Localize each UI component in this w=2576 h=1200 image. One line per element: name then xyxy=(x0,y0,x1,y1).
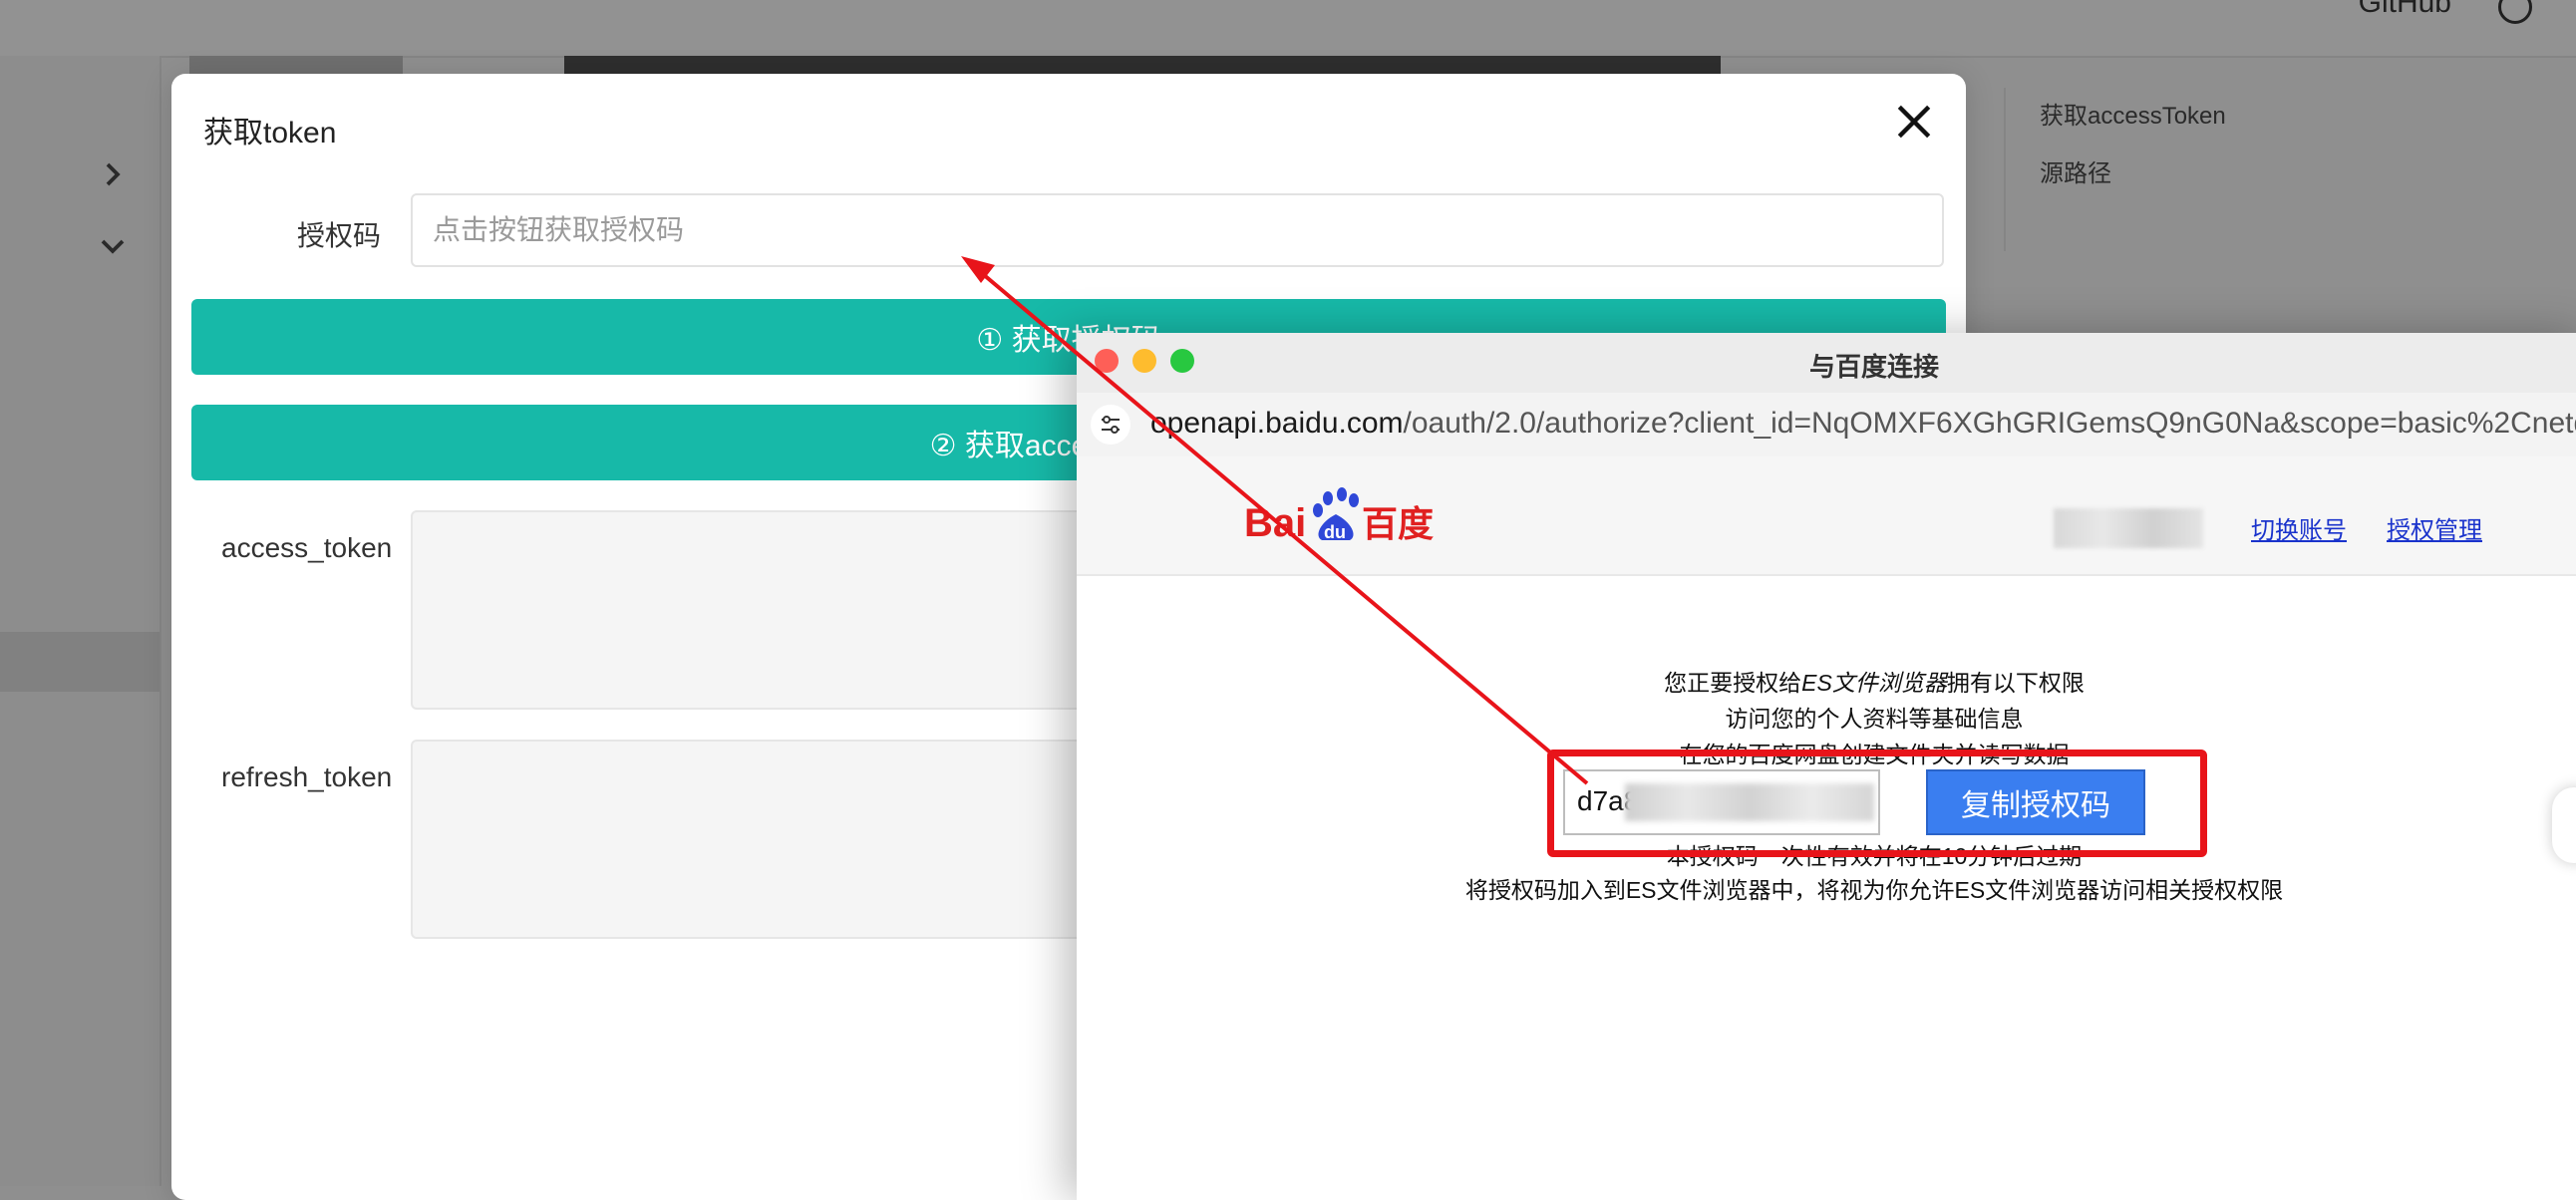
auth-info-line5: 将授权码加入到ES文件浏览器中，将视为你允许ES文件浏览器访问相关授权权限 xyxy=(1464,877,2284,903)
app-name: ES文件浏览器 xyxy=(1801,670,1947,696)
chevron-right-icon[interactable] xyxy=(98,159,128,189)
auth-info-prefix: 您正要授权给 xyxy=(1664,670,1802,696)
auth-code-input[interactable] xyxy=(411,193,1944,267)
background-topbar: GitHub xyxy=(0,0,2576,58)
chevron-down-icon[interactable] xyxy=(98,231,128,261)
switch-account-link[interactable]: 切换账号 xyxy=(2251,510,2347,545)
window-title: 与百度连接 xyxy=(1808,352,1939,382)
sidebar-active-item[interactable] xyxy=(0,632,160,692)
auth-manage-link[interactable]: 授权管理 xyxy=(2387,510,2482,545)
close-icon[interactable] xyxy=(1892,100,1936,144)
url-host: openapi.baidu.com xyxy=(1150,407,1404,440)
svg-text:百度: 百度 xyxy=(1362,504,1434,545)
toc-item-access-token[interactable]: 获取accessToken xyxy=(2040,88,2226,146)
window-titlebar: 与百度连接 xyxy=(1077,333,2576,394)
access-token-label: access_token xyxy=(221,532,393,563)
annotation-highlight-box xyxy=(1547,750,2207,857)
url-bar[interactable]: openapi.baidu.com/oauth/2.0/authorize?cl… xyxy=(1077,393,2576,458)
baidu-logo: Bai du 百度 xyxy=(1244,487,1434,545)
auth-info-line2: 访问您的个人资料等基础信息 xyxy=(1725,706,2024,732)
baidu-header: Bai du 百度 切换账号 授权管理 xyxy=(1077,456,2576,576)
background-code-strip xyxy=(564,56,1721,74)
url-text[interactable]: openapi.baidu.com/oauth/2.0/authorize?cl… xyxy=(1150,407,2576,441)
scroll-edge-handle xyxy=(2552,787,2576,863)
background-block xyxy=(189,56,403,74)
svg-text:Bai: Bai xyxy=(1244,501,1306,545)
github-link[interactable]: GitHub xyxy=(2359,0,2451,20)
refresh-token-label: refresh_token xyxy=(221,761,393,792)
table-of-contents: 获取accessToken 源路径 xyxy=(2004,88,2226,251)
svg-text:du: du xyxy=(1324,522,1346,542)
auth-info-suffix: 拥有以下权限 xyxy=(1946,670,2085,696)
blurred-username xyxy=(2054,508,2203,548)
toc-item-source-path[interactable]: 源路径 xyxy=(2040,146,2226,203)
auth-info-line1: 您正要授权给ES文件浏览器拥有以下权限 xyxy=(1077,664,2576,698)
theme-toggle-icon[interactable] xyxy=(2498,0,2532,24)
modal-title: 获取token xyxy=(203,117,337,150)
site-settings-icon[interactable] xyxy=(1091,405,1130,445)
background-sidebar xyxy=(0,56,161,1186)
auth-code-label: 授权码 xyxy=(297,220,382,251)
url-path: /oauth/2.0/authorize?client_id=NqOMXF6XG… xyxy=(1403,407,2576,440)
